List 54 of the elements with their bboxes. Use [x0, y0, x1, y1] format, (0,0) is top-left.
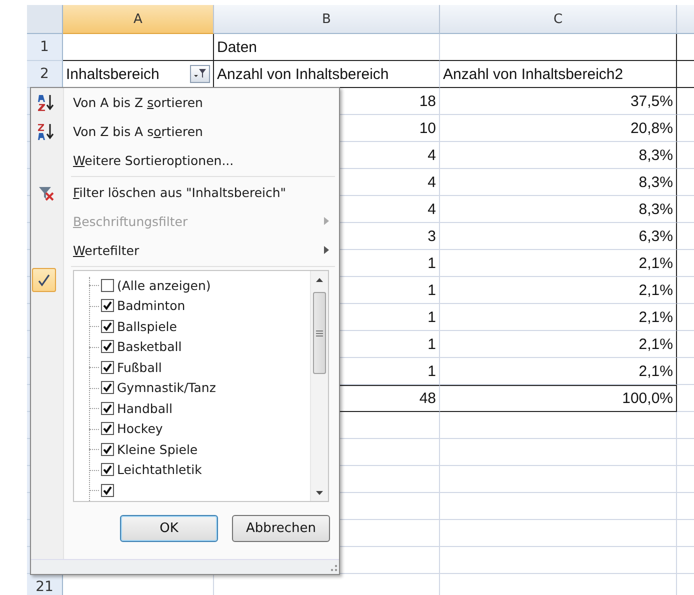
- grip-lines-icon: [316, 330, 323, 336]
- value-label[interactable]: Leichtathletik: [117, 462, 202, 478]
- value-label[interactable]: Fußball: [117, 360, 162, 375]
- value-label[interactable]: Ballspiele: [117, 318, 177, 334]
- row-number: 2: [40, 66, 49, 82]
- table-cell: 2,1%: [440, 304, 677, 331]
- checkbox[interactable]: [101, 402, 114, 415]
- value-label[interactable]: Kleine Spiele: [117, 442, 198, 457]
- scroll-up-icon[interactable]: [316, 278, 323, 282]
- checkbox[interactable]: [101, 340, 114, 354]
- value-label[interactable]: Gymnastik/Tanz: [117, 380, 216, 396]
- table-cell: 100,0%: [440, 385, 677, 412]
- table-cell: Anzahl von Inhaltsbereich2: [440, 61, 677, 88]
- dialog-button[interactable]: Abbrechen: [232, 515, 330, 542]
- sort-descending-icon: [38, 123, 56, 141]
- table-cell: 8,3%: [440, 196, 677, 223]
- clear-filter-icon: [38, 184, 56, 202]
- column-header[interactable]: C: [440, 5, 677, 34]
- sort-ascending-icon: [38, 94, 56, 112]
- resize-grip-icon[interactable]: [329, 564, 337, 572]
- table-cell: 8,3%: [440, 169, 677, 196]
- value-label[interactable]: Badminton: [117, 298, 186, 314]
- filter-icon: [193, 68, 207, 80]
- table-cell: 37,5%: [440, 88, 677, 115]
- checkbox[interactable]: [101, 442, 114, 456]
- value-label[interactable]: Handball: [117, 400, 172, 416]
- column-header[interactable]: A: [63, 5, 214, 34]
- table-cell: 6,3%: [440, 223, 677, 250]
- table-cell: 2,1%: [440, 277, 677, 304]
- table-cell: 20,8%: [440, 115, 677, 142]
- checkbox[interactable]: [101, 299, 114, 312]
- table-cell: Daten: [214, 34, 440, 61]
- value-label[interactable]: Hockey: [117, 421, 163, 436]
- checkbox[interactable]: [101, 422, 114, 436]
- table-cell: 2,1%: [440, 250, 677, 277]
- row-header[interactable]: 21: [27, 574, 63, 595]
- row-number: 1: [40, 39, 49, 55]
- value-label[interactable]: (Alle anzeigen): [117, 278, 211, 293]
- filter-dropdown-button[interactable]: [190, 65, 210, 83]
- checkbox[interactable]: [101, 463, 114, 476]
- table-cell: 2,1%: [440, 331, 677, 358]
- checkbox[interactable]: [101, 320, 114, 333]
- column-header[interactable]: B: [214, 5, 440, 34]
- value-label[interactable]: Basketball: [117, 339, 182, 354]
- table-cell: 8,3%: [440, 142, 677, 169]
- dialog-button[interactable]: OK: [120, 515, 218, 542]
- checkbox[interactable]: [101, 484, 114, 497]
- checkbox[interactable]: [101, 278, 114, 292]
- table-cell: 2,1%: [440, 358, 677, 385]
- scroll-down-icon[interactable]: [316, 490, 323, 494]
- checkbox[interactable]: [101, 360, 114, 374]
- scrollbar[interactable]: [310, 271, 328, 501]
- checkbox[interactable]: [101, 381, 114, 394]
- cell-text: Inhaltsbereich: [66, 66, 160, 82]
